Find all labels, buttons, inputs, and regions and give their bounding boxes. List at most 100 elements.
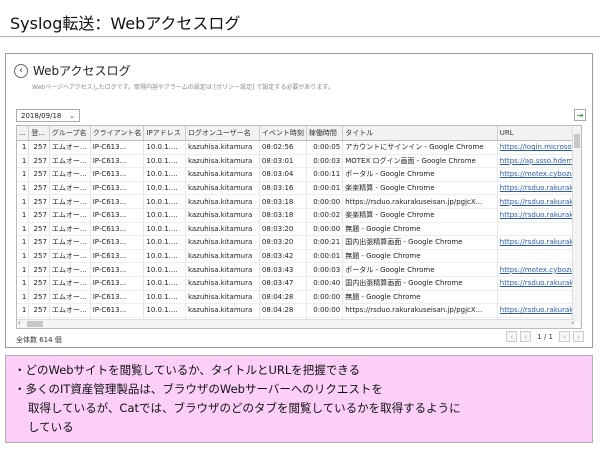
export-icon[interactable]: ⇥ <box>574 109 586 121</box>
horizontal-scroll-thumb[interactable] <box>27 321 43 327</box>
back-arrow-icon[interactable]: ‹ <box>14 63 28 78</box>
table-cell: 1 <box>17 262 30 277</box>
table-cell: 10.0.1.... <box>143 208 186 223</box>
url-link[interactable] <box>497 222 581 237</box>
table-cell: 無題 - Google Chrome <box>342 222 498 237</box>
table-cell: 1 <box>17 290 30 305</box>
vertical-scrollbar[interactable] <box>572 126 581 322</box>
table-cell: kazuhisa.kitamura <box>185 167 260 182</box>
table-cell: 1 <box>17 154 30 169</box>
table-cell: IP-C613... <box>90 208 145 223</box>
table-cell: ポータル - Google Chrome <box>342 262 498 277</box>
table-cell: 1 <box>17 181 30 196</box>
window-header: ‹ Webアクセスログ <box>14 62 131 79</box>
table-cell: 楽楽精算 - Google Chrome <box>342 208 498 223</box>
table-cell: エムオー... <box>49 262 91 277</box>
table-row[interactable]: 1257エムオー...IP-C613...10.0.1....kazuhisa.… <box>17 276 581 291</box>
table-cell: エムオー... <box>49 181 91 196</box>
table-cell: 08:03:47 <box>259 276 307 291</box>
date-select[interactable]: 2018/09/18 ⌄ <box>16 109 80 122</box>
column-header[interactable]: ログオンユーザー名 <box>185 126 260 141</box>
url-link[interactable]: https://rsduo.rakurak <box>497 276 581 291</box>
url-link[interactable]: https://rsduo.rakurak <box>497 208 581 223</box>
column-header[interactable]: タイトル <box>342 126 498 141</box>
log-table: ... 登... グループ名 クライアント名 IPアドレス ログオンユーザー名 イベント時刻… <box>17 126 581 328</box>
table-cell: 10.0.1.... <box>143 290 186 305</box>
table-cell: エムオー... <box>49 290 91 305</box>
table-row[interactable]: 1257エムオー...IP-C613...10.0.1....kazuhisa.… <box>17 235 581 250</box>
vertical-scroll-thumb[interactable] <box>574 134 580 148</box>
table-cell: IP-C613... <box>90 235 145 250</box>
url-link[interactable]: https://ap.ssso.hdem <box>497 154 581 169</box>
column-header[interactable]: 登... <box>28 126 50 141</box>
url-link[interactable]: https://motex.cybozu <box>497 167 581 182</box>
table-row[interactable]: 1257エムオー...IP-C613...10.0.1....kazuhisa.… <box>17 181 581 196</box>
table-cell: 257 <box>28 208 50 223</box>
table-cell: 08:03:20 <box>259 222 307 237</box>
table-cell: 1 <box>17 303 30 318</box>
window-title: Webアクセスログ <box>33 64 131 78</box>
table-cell: 08:03:04 <box>259 167 307 182</box>
table-cell: 1 <box>17 276 30 291</box>
table-row[interactable]: 1257エムオー...IP-C613...10.0.1....kazuhisa.… <box>17 194 581 209</box>
table-cell: 10.0.1.... <box>143 303 186 318</box>
table-row[interactable]: 1257エムオー...IP-C613...10.0.1....kazuhisa.… <box>17 167 581 182</box>
table-cell: エムオー... <box>49 140 91 155</box>
table-cell: 257 <box>28 290 50 305</box>
table-row[interactable]: 1257エムオー...IP-C613...10.0.1....kazuhisa.… <box>17 303 581 318</box>
table-row[interactable]: 1257エムオー...IP-C613...10.0.1....kazuhisa.… <box>17 140 581 155</box>
table-cell: 257 <box>28 249 50 264</box>
table-cell: 257 <box>28 262 50 277</box>
table-cell: kazuhisa.kitamura <box>185 290 260 305</box>
web-access-log-window: ‹ Webアクセスログ Webページへアクセスしたログです。取得内容やアラームの… <box>5 53 593 348</box>
table-cell: 国内出張精算画面 - Google Chrome <box>342 235 498 250</box>
scroll-left-icon[interactable]: ‹ <box>18 319 21 327</box>
table-cell: 0:00:00 <box>306 222 344 237</box>
table-cell: 0:00:05 <box>306 140 344 155</box>
horizontal-scrollbar[interactable]: ‹ › <box>17 319 575 328</box>
column-header[interactable]: URL <box>497 126 581 141</box>
column-header[interactable]: クライアント名 <box>90 126 145 141</box>
table-cell: 257 <box>28 181 50 196</box>
url-link[interactable] <box>497 290 581 305</box>
slide-title: Syslog転送：Webアクセスログ <box>10 14 241 33</box>
table-cell: IP-C613... <box>90 222 145 237</box>
first-page-icon[interactable]: ‹ <box>506 331 518 342</box>
last-page-icon[interactable]: › <box>573 331 584 342</box>
table-cell: https://rsduo.rakurakuseisan.jp/pgjcX... <box>342 303 498 318</box>
table-cell: 10.0.1.... <box>143 194 186 209</box>
url-link[interactable] <box>497 249 581 264</box>
scroll-right-icon[interactable]: › <box>571 319 574 327</box>
column-header[interactable]: イベント時刻 <box>259 126 307 141</box>
column-header[interactable]: グループ名 <box>49 126 91 141</box>
next-page-icon[interactable]: › <box>559 331 570 342</box>
table-row[interactable]: 1257エムオー...IP-C613...10.0.1....kazuhisa.… <box>17 290 581 305</box>
note-line-1: ・どのWebサイトを閲覧しているか、タイトルとURLを把握できる <box>14 363 361 377</box>
note-line-2: ・多くのIT資産管理製品は、ブラウザのWebサーバーへのリクエストを <box>14 382 383 396</box>
column-header[interactable]: IPアドレス <box>143 126 186 141</box>
url-link[interactable]: https://rsduo.rakurak <box>497 181 581 196</box>
log-table-grid: ... 登... グループ名 クライアント名 IPアドレス ログオンユーザー名 イベント時刻… <box>16 125 582 329</box>
table-cell: 10.0.1.... <box>143 154 186 169</box>
table-cell: 0:00:21 <box>306 235 344 250</box>
url-link[interactable]: https://rsduo.rakurak <box>497 303 581 318</box>
table-row[interactable]: 1257エムオー...IP-C613...10.0.1....kazuhisa.… <box>17 154 581 169</box>
url-link[interactable]: https://rsduo.rakurak <box>497 194 581 209</box>
url-link[interactable]: https://rsduo.rakurak <box>497 235 581 250</box>
table-cell: 0:00:00 <box>306 290 344 305</box>
url-link[interactable]: https://login.microsof <box>497 140 581 155</box>
table-cell: kazuhisa.kitamura <box>185 194 260 209</box>
table-row[interactable]: 1257エムオー...IP-C613...10.0.1....kazuhisa.… <box>17 222 581 237</box>
table-cell: エムオー... <box>49 249 91 264</box>
table-row[interactable]: 1257エムオー...IP-C613...10.0.1....kazuhisa.… <box>17 249 581 264</box>
table-cell: kazuhisa.kitamura <box>185 249 260 264</box>
column-header[interactable]: ... <box>17 126 30 141</box>
column-header[interactable]: 稼働時間 <box>306 126 344 141</box>
table-cell: 257 <box>28 222 50 237</box>
table-cell: kazuhisa.kitamura <box>185 140 260 155</box>
table-row[interactable]: 1257エムオー...IP-C613...10.0.1....kazuhisa.… <box>17 208 581 223</box>
table-cell: 257 <box>28 235 50 250</box>
table-row[interactable]: 1257エムオー...IP-C613...10.0.1....kazuhisa.… <box>17 262 581 277</box>
url-link[interactable]: https://motex.cybozu <box>497 262 581 277</box>
prev-page-icon[interactable]: ‹ <box>520 331 532 342</box>
